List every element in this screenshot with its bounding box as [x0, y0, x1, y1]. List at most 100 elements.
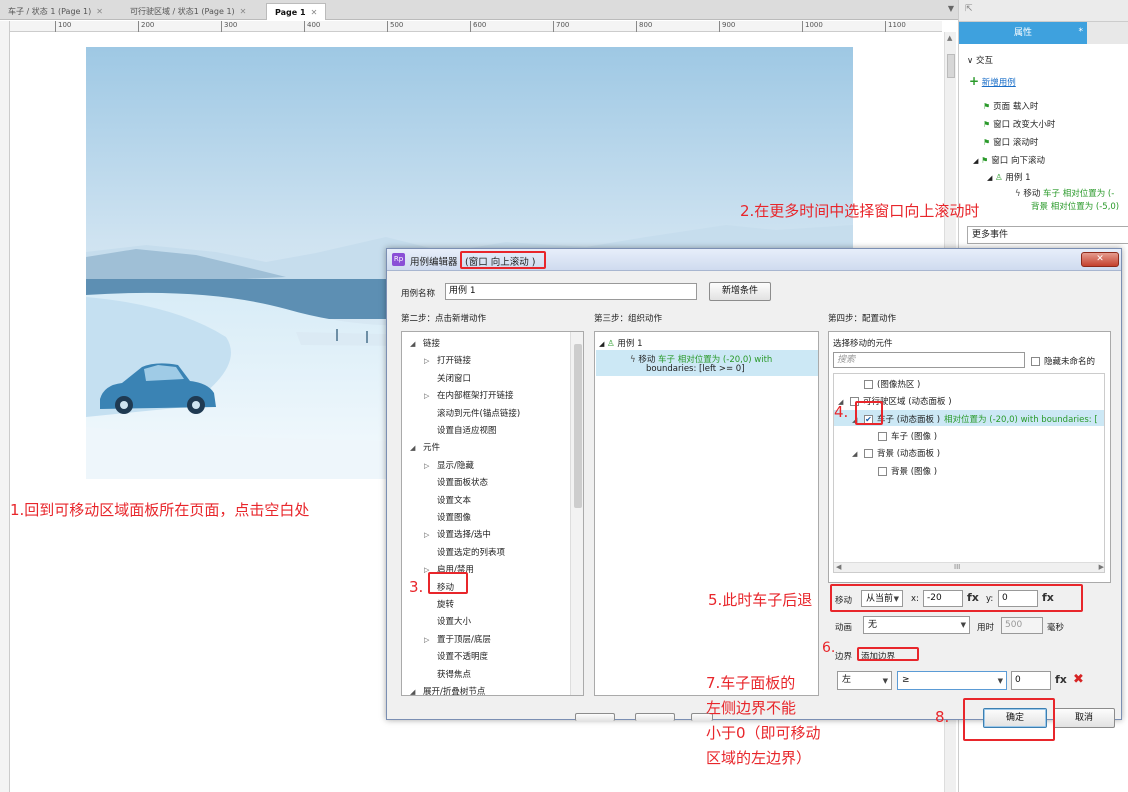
case-icon: ♙ — [995, 173, 1003, 183]
widget-tree-item[interactable]: 背景 (图像 ) — [866, 465, 937, 477]
organize-action-item[interactable]: ϟ 移动 车子 相对位置为 (-20,0) with boundaries: [… — [596, 350, 818, 376]
close-icon[interactable]: ✕ — [311, 8, 318, 17]
action-tree-item[interactable]: ▷ 打开链接 — [424, 354, 471, 366]
checkbox[interactable] — [878, 466, 887, 476]
action-tree-item[interactable]: 设置图像 — [424, 511, 471, 523]
action-tree-item[interactable]: 设置不透明度 — [424, 650, 488, 662]
flag-icon: ⚑ — [983, 102, 991, 111]
lightning-icon: ϟ — [1015, 189, 1021, 199]
expand-arrow-icon: ▷ — [424, 461, 430, 470]
event-item-page-load[interactable]: ⚑ 页面 载入时 — [983, 100, 1038, 112]
ruler-mark: 600 — [470, 21, 486, 32]
scroll-thumb[interactable]: III — [954, 563, 960, 571]
tab-other[interactable] — [1087, 22, 1128, 44]
duration-input[interactable]: 500 — [1001, 617, 1043, 634]
chevron-up-icon[interactable]: ▲ — [947, 34, 952, 42]
select-widgets-label: 选择移动的元件 — [833, 339, 893, 349]
flag-icon: ⚑ — [983, 138, 991, 147]
bound-operator-select[interactable]: ≥ ▼ — [897, 671, 1007, 690]
lightning-icon: ϟ — [630, 355, 636, 365]
widget-tree-item[interactable]: ◢ 背景 (动态面板 ) — [852, 447, 940, 459]
action-item-move-bg[interactable]: 背景 相对位置为 (-5,0) — [1031, 200, 1119, 212]
event-item-window-resize[interactable]: ⚑ 窗口 改变大小时 — [983, 118, 1055, 130]
expand-arrow-icon: ▷ — [424, 357, 430, 366]
close-icon[interactable]: ✕ — [1081, 252, 1119, 267]
bound-fx-button[interactable]: fx — [1055, 673, 1067, 686]
event-item-window-scroll-down[interactable]: ◢ ⚑ 窗口 向下滚动 — [973, 154, 1045, 166]
tab-page1[interactable]: Page 1 ✕ — [266, 3, 326, 20]
asterisk-icon: * — [1078, 27, 1084, 37]
add-case-link[interactable]: + 新增用例 — [969, 74, 1016, 88]
widget-tree-item[interactable]: ◢ ✔ 车子 (动态面板 ) 相对位置为 (-20,0) with boundarie… — [852, 413, 1098, 425]
scroll-thumb[interactable] — [947, 54, 955, 78]
action-tree-item[interactable]: 关闭窗口 — [424, 372, 471, 384]
action-tree-item[interactable]: 设置选定的列表项 — [424, 546, 505, 558]
action-tree-item[interactable]: 旋转 — [424, 598, 454, 610]
chevron-down-icon: ▼ — [882, 677, 888, 685]
case-name-input[interactable]: 用例 1 — [445, 283, 697, 300]
chevron-down-icon: ▼ — [997, 677, 1003, 685]
case-name-label: 用例名称 — [401, 289, 436, 299]
scroll-thumb[interactable] — [574, 344, 582, 508]
organize-case-item[interactable]: ◢ ♙ 用例 1 — [599, 337, 643, 349]
checkbox[interactable] — [878, 431, 887, 441]
action-tree-item[interactable]: ◢ 链接 — [410, 337, 440, 349]
expand-arrow-icon: ▷ — [424, 635, 430, 644]
expand-arrow-icon: ▷ — [424, 531, 430, 540]
expand-arrow-icon: ◢ — [410, 688, 416, 696]
bound-value-input[interactable]: 0 — [1011, 671, 1051, 690]
action-tree-item[interactable]: 设置面板状态 — [424, 476, 488, 488]
plus-icon: + — [969, 74, 980, 88]
action-tree-item[interactable]: ◢ 展开/折叠树节点 — [410, 685, 485, 696]
action-tree-item[interactable]: ▷ 显示/隐藏 — [424, 459, 474, 471]
case-item[interactable]: ◢ ♙ 用例 1 — [987, 171, 1031, 183]
checkbox[interactable] — [864, 449, 873, 459]
horizontal-scrollbar[interactable]: ◀ III ▶ — [834, 562, 1104, 572]
more-events-dropdown[interactable]: 更多事件 — [967, 226, 1128, 244]
tab-properties[interactable]: 属性 * — [959, 22, 1087, 44]
chevron-down-icon: ▼ — [960, 621, 966, 629]
add-condition-button[interactable]: 新增条件 — [709, 282, 771, 301]
close-icon[interactable]: ✕ — [96, 7, 103, 16]
case-editor-dialog: Rp 用例编辑器 (窗口 向上滚动 ) ✕ 用例名称 用例 1 新增条件 第二步… — [386, 248, 1122, 728]
action-tree-item[interactable]: ◢ 元件 — [410, 441, 440, 453]
action-tree-item[interactable]: ▷ 置于顶层/底层 — [424, 633, 491, 645]
action-tree-item[interactable]: 设置文本 — [424, 494, 471, 506]
scrollbar[interactable] — [570, 332, 583, 695]
ruler-mark: 400 — [304, 21, 320, 32]
tab-car-state1[interactable]: 车子 / 状态 1 (Page 1) ✕ — [0, 3, 103, 20]
move-down-button[interactable] — [635, 713, 675, 721]
action-tree-item[interactable]: 滚动到元件(锚点链接) — [424, 407, 520, 419]
expand-arrow-icon: ▷ — [424, 392, 430, 401]
action-tree-item[interactable]: 设置大小 — [424, 615, 471, 627]
delete-icon[interactable]: ✖ — [1073, 672, 1084, 687]
widget-search-input[interactable]: 搜索 — [833, 352, 1025, 368]
close-icon[interactable]: ✕ — [240, 7, 247, 16]
chevron-right-icon[interactable]: ▶ — [1099, 563, 1104, 571]
action-item-move-car[interactable]: ϟ 移动 车子 相对位置为 (- — [1015, 187, 1114, 199]
expand-arrow-icon: ◢ — [973, 157, 979, 165]
collapse-icon[interactable]: ⇱ — [965, 4, 973, 14]
chevron-left-icon[interactable]: ◀ — [836, 563, 841, 571]
ruler-mark: 100 — [55, 21, 71, 32]
checkbox[interactable] — [864, 380, 873, 389]
bound-side-select[interactable]: 左 ▼ — [837, 671, 892, 690]
chevron-down-icon[interactable]: ▼ — [948, 4, 954, 13]
widget-tree-item[interactable]: 车子 (图像 ) — [866, 430, 937, 442]
annotation-box — [963, 698, 1055, 741]
annotation-step7-line4: 区域的左边界） — [706, 749, 812, 767]
action-tree-item[interactable]: ▷ 设置选择/选中 — [424, 528, 491, 540]
ruler-mark: 200 — [138, 21, 154, 32]
action-tree-item[interactable]: 设置自适应视图 — [424, 424, 497, 436]
cancel-button[interactable]: 取消 — [1053, 708, 1115, 728]
interaction-section[interactable]: ∨ 交互 — [967, 54, 993, 66]
animation-select[interactable]: 无 ▼ — [863, 616, 970, 634]
event-item-window-scroll[interactable]: ⚑ 窗口 滚动时 — [983, 136, 1038, 148]
animation-label: 动画 — [835, 623, 853, 633]
action-tree-item[interactable]: 获得焦点 — [424, 668, 471, 680]
tab-drive-area-state1[interactable]: 可行驶区域 / 状态1 (Page 1) ✕ — [122, 3, 246, 20]
widget-tree-item[interactable]: (图像热区 ) — [852, 378, 920, 390]
move-up-button[interactable] — [575, 713, 615, 721]
hide-unnamed-checkbox[interactable]: 隐藏未命名的 — [1031, 355, 1095, 367]
action-tree-item[interactable]: ▷ 在内部框架打开链接 — [424, 389, 514, 401]
